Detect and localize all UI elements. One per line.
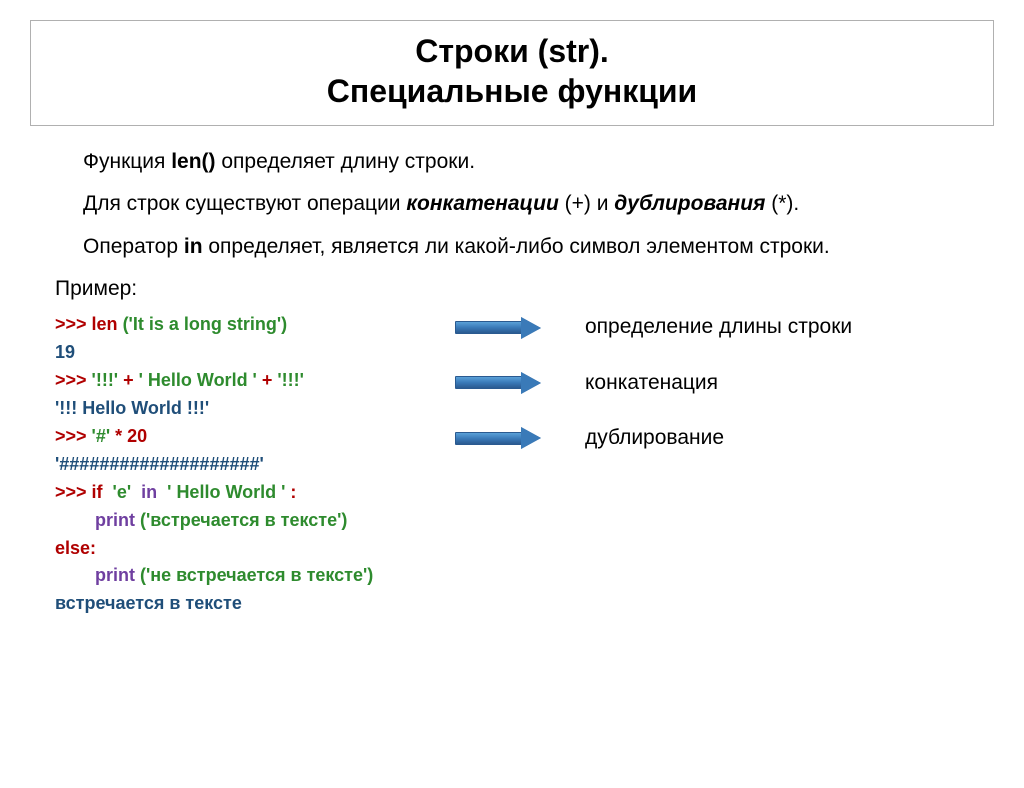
annotations-column: определение длины строки конкатенация ду…	[425, 311, 969, 479]
op: +	[118, 370, 139, 390]
annotation-text-2: конкатенация	[585, 369, 718, 397]
str: 'e'	[113, 482, 132, 502]
inline-bold: len()	[171, 150, 215, 173]
code-line-8: print ('встречается в тексте')	[55, 507, 425, 535]
inline-bold-italic: дублирования	[614, 192, 765, 215]
fn: len	[92, 314, 123, 334]
title-line-1: Строки (str).	[415, 33, 609, 69]
example-columns: >>> len ('It is a long string') 19 >>> '…	[55, 311, 969, 618]
slide-body: Функция len() определяет длину строки. Д…	[0, 136, 1024, 618]
space	[157, 482, 167, 502]
arrow-icon	[455, 320, 545, 336]
colon: :	[285, 482, 296, 502]
example-label: Пример:	[55, 275, 969, 303]
text: (*).	[765, 192, 799, 215]
code-output-final: встречается в тексте	[55, 590, 425, 618]
indent	[55, 565, 95, 585]
fn-print: print	[95, 565, 140, 585]
str: '#'	[92, 426, 111, 446]
inline-bold-italic: конкатенации	[406, 192, 558, 215]
annotation-text-1: определение длины строки	[585, 313, 852, 341]
code-output-hello: '!!! Hello World !!!'	[55, 395, 425, 423]
str: '!!!'	[277, 370, 304, 390]
space	[131, 482, 141, 502]
op: *	[110, 426, 127, 446]
annotation-row-1: определение длины строки	[425, 313, 969, 341]
arrow-icon	[455, 375, 545, 391]
fn-print: print	[95, 510, 140, 530]
text: определяет длину строки.	[216, 150, 475, 173]
prompt: >>>	[55, 426, 92, 446]
code-line-1: >>> len ('It is a long string')	[55, 311, 425, 339]
annotation-row-2: конкатенация	[425, 369, 969, 397]
code-block: >>> len ('It is a long string') 19 >>> '…	[55, 311, 425, 618]
str: ' Hello World '	[139, 370, 257, 390]
kw-in: in	[141, 482, 157, 502]
prompt: >>>	[55, 482, 92, 502]
title-box: Строки (str). Специальные функции	[30, 20, 994, 126]
prompt: >>>	[55, 370, 92, 390]
code-line-7: >>> if 'e' in ' Hello World ' :	[55, 479, 425, 507]
arg: ('встречается в тексте')	[140, 510, 347, 530]
kw-else: else	[55, 538, 90, 558]
paragraph-in: Оператор in определяет, является ли како…	[55, 233, 969, 261]
code-line-9: else:	[55, 535, 425, 563]
text: определяет, является ли какой-либо симво…	[203, 235, 830, 258]
slide-title: Строки (str). Специальные функции	[51, 31, 973, 111]
code-output-hashes: '####################'	[55, 451, 425, 479]
paragraph-len: Функция len() определяет длину строки.	[55, 148, 969, 176]
code-line-5: >>> '#' * 20	[55, 423, 425, 451]
str: '!!!'	[92, 370, 119, 390]
colon: :	[90, 538, 96, 558]
arg: ('It is a long string')	[123, 314, 288, 334]
code-output-19: 19	[55, 339, 425, 367]
str: ' Hello World '	[167, 482, 285, 502]
indent	[55, 510, 95, 530]
title-line-2: Специальные функции	[327, 73, 697, 109]
kw-if: if	[92, 482, 113, 502]
paragraph-ops: Для строк существуют операции конкатенац…	[55, 190, 969, 218]
prompt: >>>	[55, 314, 92, 334]
text: Для строк существуют операции	[83, 192, 406, 215]
arrow-icon	[455, 430, 545, 446]
code-line-10: print ('не встречается в тексте')	[55, 562, 425, 590]
annotation-row-3: дублирование	[425, 424, 969, 452]
op: +	[257, 370, 278, 390]
text: Функция	[83, 150, 171, 173]
annotation-text-3: дублирование	[585, 424, 724, 452]
code-line-3: >>> '!!!' + ' Hello World ' + '!!!'	[55, 367, 425, 395]
arg: ('не встречается в тексте')	[140, 565, 373, 585]
num: 20	[127, 426, 147, 446]
inline-bold: in	[184, 235, 203, 258]
text: (+) и	[559, 192, 614, 215]
slide: Строки (str). Специальные функции Функци…	[0, 20, 1024, 788]
text: Оператор	[83, 235, 184, 258]
